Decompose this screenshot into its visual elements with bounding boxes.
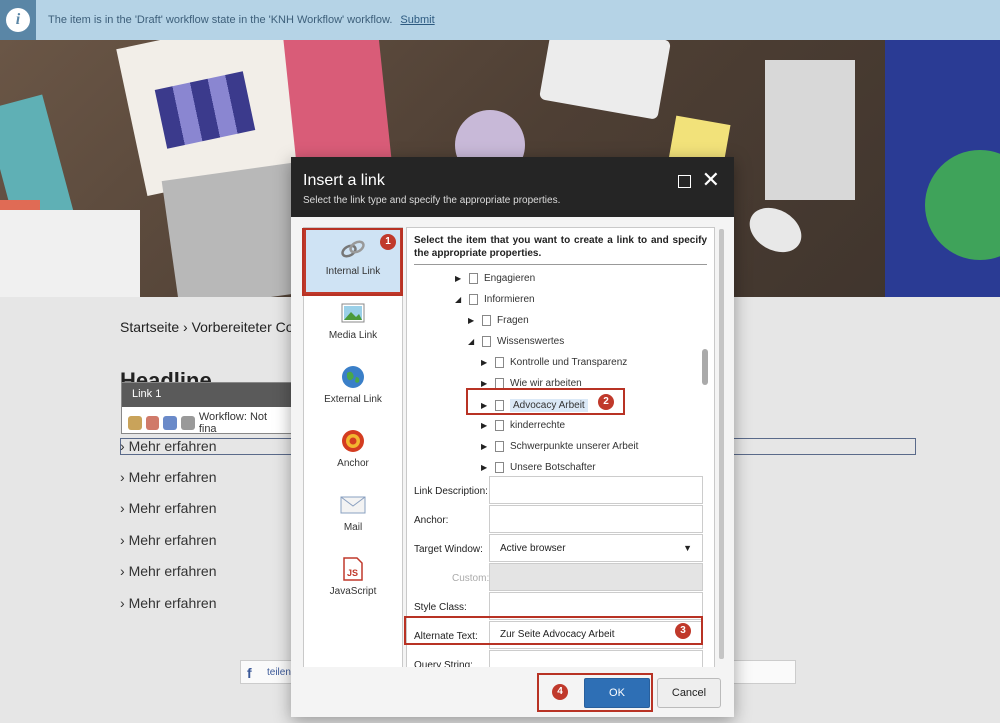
svg-text:JS: JS <box>347 568 358 578</box>
tree-node[interactable]: ◢ Wissenswertes <box>468 336 564 347</box>
tree-node[interactable]: ▶ Kontrolle und Transparenz <box>481 357 627 368</box>
alternate-text-label: Alternate Text: <box>414 631 478 642</box>
unlink-icon[interactable] <box>145 416 160 430</box>
mehr-erfahren-link[interactable]: › Mehr erfahren <box>120 595 217 611</box>
cancel-button[interactable]: Cancel <box>657 678 721 708</box>
edit-toolbar: Link 1 Workflow: Not fina <box>121 382 293 435</box>
tree-node[interactable]: ▶ Schwerpunkte unserer Arbeit <box>481 441 638 452</box>
mehr-erfahren-link[interactable]: › Mehr erfahren <box>120 469 217 485</box>
info-icon: i <box>0 0 36 40</box>
link-type-external[interactable]: External Link <box>304 358 402 422</box>
tree-node[interactable]: ▶ kinderrechte <box>481 420 565 431</box>
link-type-label: Anchor <box>337 458 369 469</box>
link-type-javascript[interactable]: JS JavaScript <box>304 550 402 614</box>
document-icon <box>495 378 504 389</box>
document-icon <box>495 462 504 473</box>
close-icon[interactable]: ✕ <box>702 169 720 191</box>
document-icon <box>495 357 504 368</box>
share-label[interactable]: teilen <box>267 667 291 678</box>
tree-node[interactable]: ▶ Fragen <box>468 315 529 326</box>
chain-link-icon <box>340 238 366 260</box>
link-type-label: JavaScript <box>329 586 377 597</box>
link-type-label: Media Link <box>328 330 378 341</box>
window-icon[interactable] <box>181 416 195 430</box>
custom-label: Custom: <box>452 573 490 584</box>
document-icon <box>469 273 478 284</box>
style-class-input[interactable] <box>489 592 703 620</box>
link-properties-panel: Select the item that you want to create … <box>406 227 715 701</box>
facebook-icon[interactable]: f <box>247 665 252 681</box>
document-icon <box>495 400 504 411</box>
content-tree[interactable]: ▶ Engagieren ◢ Informieren ▶ Fragen ◢ Wissen… <box>407 265 714 473</box>
js-file-icon: JS <box>340 557 366 581</box>
document-icon <box>495 420 504 431</box>
tree-node[interactable]: ◢ Informieren <box>455 294 535 305</box>
style-class-label: Style Class: <box>414 602 467 613</box>
globe-icon <box>340 366 366 388</box>
callout-badge-2: 2 <box>598 394 614 410</box>
custom-input <box>489 563 703 591</box>
properties-scrollbar[interactable] <box>719 229 724 659</box>
ok-button[interactable]: OK <box>584 678 650 708</box>
document-icon <box>482 336 491 347</box>
mehr-erfahren-link[interactable]: › Mehr erfahren <box>120 563 217 579</box>
tree-scrollbar[interactable] <box>702 349 708 385</box>
toolbar-title: Link 1 <box>122 383 292 407</box>
dialog-subtitle: Select the link type and specify the app… <box>303 195 561 206</box>
anchor-label: Anchor: <box>414 515 449 526</box>
document-icon <box>495 441 504 452</box>
callout-badge-3: 3 <box>675 623 691 639</box>
target-window-select[interactable]: Active browser ▼ <box>489 534 703 562</box>
chevron-down-icon: ▼ <box>683 543 692 553</box>
insert-link-dialog: Insert a link Select the link type and s… <box>291 157 734 717</box>
workflow-status: Workflow: Not fina <box>198 411 268 435</box>
link-type-label: Mail <box>343 522 363 533</box>
maximize-icon[interactable] <box>678 175 691 188</box>
users-icon[interactable] <box>163 416 178 430</box>
document-icon <box>469 294 478 305</box>
link-description-input[interactable] <box>489 476 703 504</box>
dialog-title: Insert a link <box>303 172 385 189</box>
anchor-input[interactable] <box>489 505 703 533</box>
mehr-erfahren-link[interactable]: › Mehr erfahren <box>120 438 217 454</box>
picture-icon <box>340 302 366 324</box>
notification-message: The item is in the 'Draft' workflow stat… <box>48 14 393 26</box>
callout-badge-4: 4 <box>552 684 568 700</box>
dialog-header: Insert a link Select the link type and s… <box>291 157 734 217</box>
link-icon[interactable] <box>128 416 142 430</box>
link-type-label: Internal Link <box>325 266 381 277</box>
breadcrumb[interactable]: Startseite › Vorbereiteter Co <box>120 319 294 335</box>
link-type-label: External Link <box>324 394 382 405</box>
notification-bar: i The item is in the 'Draft' workflow st… <box>0 0 1000 40</box>
callout-badge-1: 1 <box>380 234 396 250</box>
document-icon <box>482 315 491 326</box>
tree-node[interactable]: ▶ Unsere Botschafter <box>481 462 596 473</box>
link-description-label: Link Description: <box>414 486 488 497</box>
envelope-icon <box>340 494 366 516</box>
target-window-label: Target Window: <box>414 544 483 555</box>
link-type-mail[interactable]: Mail <box>304 486 402 550</box>
mehr-erfahren-link[interactable]: › Mehr erfahren <box>120 532 217 548</box>
link-type-list: Internal Link Media Link External Link A… <box>303 227 403 701</box>
submit-link[interactable]: Submit <box>400 14 434 26</box>
tree-node[interactable]: ▶ Engagieren <box>455 273 535 284</box>
alternate-text-input[interactable]: Zur Seite Advocacy Arbeit <box>489 621 703 649</box>
instruction-text: Select the item that you want to create … <box>414 235 707 259</box>
mehr-erfahren-link[interactable]: › Mehr erfahren <box>120 500 217 516</box>
link-type-media[interactable]: Media Link <box>304 294 402 358</box>
tree-node-selected[interactable]: ▶ Advocacy Arbeit <box>481 399 588 412</box>
link-type-anchor[interactable]: Anchor <box>304 422 402 486</box>
target-icon <box>340 430 366 452</box>
tree-node[interactable]: ▶ Wie wir arbeiten <box>481 378 582 389</box>
